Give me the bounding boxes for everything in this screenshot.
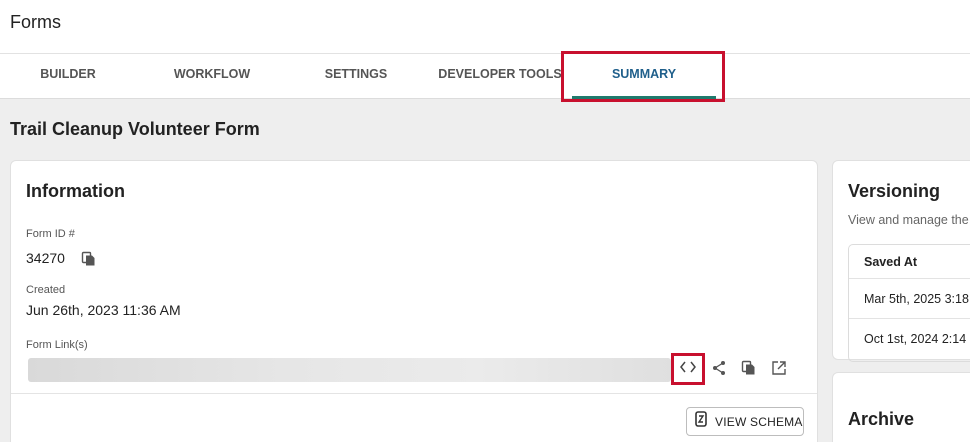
app-title: Forms [10, 12, 61, 32]
table-row[interactable]: Mar 5th, 2025 3:18 [849, 279, 970, 319]
form-link-label: Form Link(s) [26, 339, 88, 351]
share-button[interactable] [709, 360, 729, 380]
information-title: Information [26, 181, 125, 201]
copy-icon [741, 360, 757, 381]
form-id-label: Form ID # [26, 228, 75, 240]
tab-builder[interactable]: BUILDER [18, 54, 118, 99]
archive-card: Archive [832, 372, 970, 442]
created-label: Created [26, 284, 66, 296]
tab-summary[interactable]: SUMMARY [572, 54, 716, 99]
embed-code-button[interactable] [671, 353, 705, 385]
active-tab-indicator [572, 96, 716, 99]
tab-bar: BUILDER WORKFLOW SETTINGS DEVELOPER TOOL… [0, 54, 970, 99]
open-link-button[interactable] [769, 360, 789, 380]
table-row[interactable]: Oct 1st, 2024 2:14 P [849, 319, 970, 359]
copy-link-button[interactable] [739, 360, 759, 380]
versioning-card: Versioning View and manage the Saved At … [832, 160, 970, 362]
versioning-description: View and manage the [848, 213, 969, 227]
information-card: Information Form ID # 34270 Created Jun … [10, 160, 818, 442]
created-value: Jun 26th, 2023 11:36 AM [26, 302, 181, 318]
versions-table-header: Saved At [849, 245, 970, 279]
schema-icon [695, 411, 707, 432]
top-bar: Forms [0, 0, 970, 54]
versioning-title: Versioning [848, 181, 941, 201]
tab-developer-tools[interactable]: DEVELOPER TOOLS [438, 54, 562, 99]
view-schema-button[interactable]: VIEW SCHEMA [686, 407, 804, 436]
view-schema-label: VIEW SCHEMA [715, 414, 803, 429]
open-external-icon [771, 360, 787, 381]
copy-icon[interactable] [81, 251, 97, 267]
form-id-value: 34270 [26, 250, 65, 266]
code-brackets-icon [680, 360, 696, 378]
archive-title: Archive [848, 409, 915, 429]
share-icon [711, 360, 727, 381]
versions-table: Saved At Mar 5th, 2025 3:18 Oct 1st, 202… [848, 244, 970, 362]
card-divider [11, 393, 817, 394]
tab-settings[interactable]: SETTINGS [306, 54, 406, 99]
form-link-field[interactable] [28, 358, 671, 382]
page-title: Trail Cleanup Volunteer Form [10, 119, 260, 139]
tab-workflow[interactable]: WORKFLOW [157, 54, 267, 99]
